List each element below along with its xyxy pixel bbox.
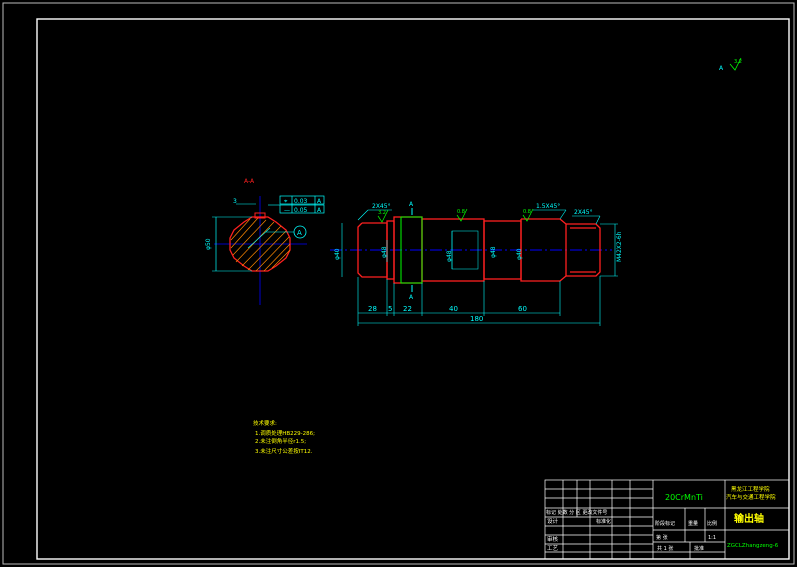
svg-text:3.2: 3.2: [734, 59, 742, 65]
svg-text:审核: 审核: [547, 535, 559, 543]
svg-text:A: A: [409, 294, 414, 301]
svg-text:φ40: φ40: [334, 248, 341, 260]
keyway-label: 3: [233, 198, 237, 205]
svg-text:0.8: 0.8: [457, 209, 465, 215]
svg-text:比例: 比例: [707, 520, 717, 527]
svg-text:1.调质处理HB229-286;: 1.调质处理HB229-286;: [255, 429, 315, 437]
svg-text:60: 60: [518, 305, 527, 313]
svg-text:φ48: φ48: [381, 246, 388, 258]
svg-text:技术要求:: 技术要求:: [253, 419, 277, 427]
section-cut-marks: A A: [409, 201, 414, 301]
svg-text:φ40: φ40: [516, 248, 523, 260]
cad-drawing: A 3.2 A-A φ50 3 A ⌖ 0.03 A — 0.05 A φ40 …: [2, 2, 795, 565]
section-diameter-label: φ50: [205, 238, 212, 250]
svg-text:标记 处数 分 区 更改文件号: 标记 处数 分 区 更改文件号: [546, 509, 607, 516]
svg-text:180: 180: [470, 315, 483, 323]
svg-text:0.05: 0.05: [294, 207, 308, 214]
svg-text:3.2: 3.2: [378, 210, 386, 216]
svg-text:28: 28: [368, 305, 377, 313]
svg-text:阶段标记: 阶段标记: [655, 520, 675, 527]
svg-text:5: 5: [388, 305, 392, 313]
svg-text:φ48: φ48: [446, 250, 453, 262]
svg-text:2X45°: 2X45°: [372, 203, 391, 210]
svg-text:A: A: [719, 65, 724, 72]
svg-text:0.03: 0.03: [294, 198, 308, 205]
svg-text:1:1: 1:1: [708, 535, 716, 541]
svg-text:φ48: φ48: [490, 246, 497, 258]
svg-text:设计: 设计: [547, 517, 559, 525]
inner-border: [36, 18, 790, 560]
svg-text:批准: 批准: [694, 545, 704, 552]
svg-text:M42X2-6h: M42X2-6h: [616, 231, 623, 262]
technical-requirements: 技术要求: 1.调质处理HB229-286; 2.未注倒角半径r1.5; 3.未…: [253, 419, 315, 455]
section-title: A-A: [244, 178, 255, 185]
corner-roughness-mark: A 3.2: [719, 57, 742, 72]
svg-text:A: A: [297, 229, 302, 237]
school-dept: 汽车与交通工程学院: [726, 493, 776, 501]
part-name: 输出轴: [734, 512, 764, 525]
svg-text:—: —: [284, 207, 290, 214]
drawing-number: ZGCLZhangzeng-6: [727, 543, 779, 549]
shaft-view: φ40 φ48 φ48 φ48 φ40 M42X2-6h 2X45° 1.5X4…: [330, 201, 623, 326]
school-name: 黑龙江工程学院: [731, 485, 770, 493]
material-label: 20CrMnTi: [665, 493, 703, 502]
svg-text:40: 40: [449, 305, 458, 313]
length-dim-labels: 28 5 22 40 60 180: [368, 305, 527, 323]
svg-text:2.未注倒角半径r1.5;: 2.未注倒角半径r1.5;: [255, 437, 306, 445]
svg-text:A: A: [409, 201, 414, 208]
section-view: A-A φ50 3 A ⌖ 0.03 A — 0.05 A: [205, 178, 325, 305]
tolerance-frame: ⌖ 0.03 A — 0.05 A: [268, 195, 325, 214]
svg-text:第 张: 第 张: [656, 534, 668, 541]
svg-text:22: 22: [403, 305, 412, 313]
svg-text:3.未注尺寸公差按IT12.: 3.未注尺寸公差按IT12.: [255, 447, 313, 455]
svg-text:标准化: 标准化: [596, 518, 611, 525]
svg-text:工艺: 工艺: [547, 545, 559, 552]
svg-text:2X45°: 2X45°: [574, 209, 593, 216]
svg-text:重量: 重量: [688, 520, 698, 527]
svg-text:1.5X45°: 1.5X45°: [536, 203, 560, 210]
svg-text:共 1 张: 共 1 张: [657, 545, 673, 552]
svg-text:0.8: 0.8: [523, 209, 531, 215]
